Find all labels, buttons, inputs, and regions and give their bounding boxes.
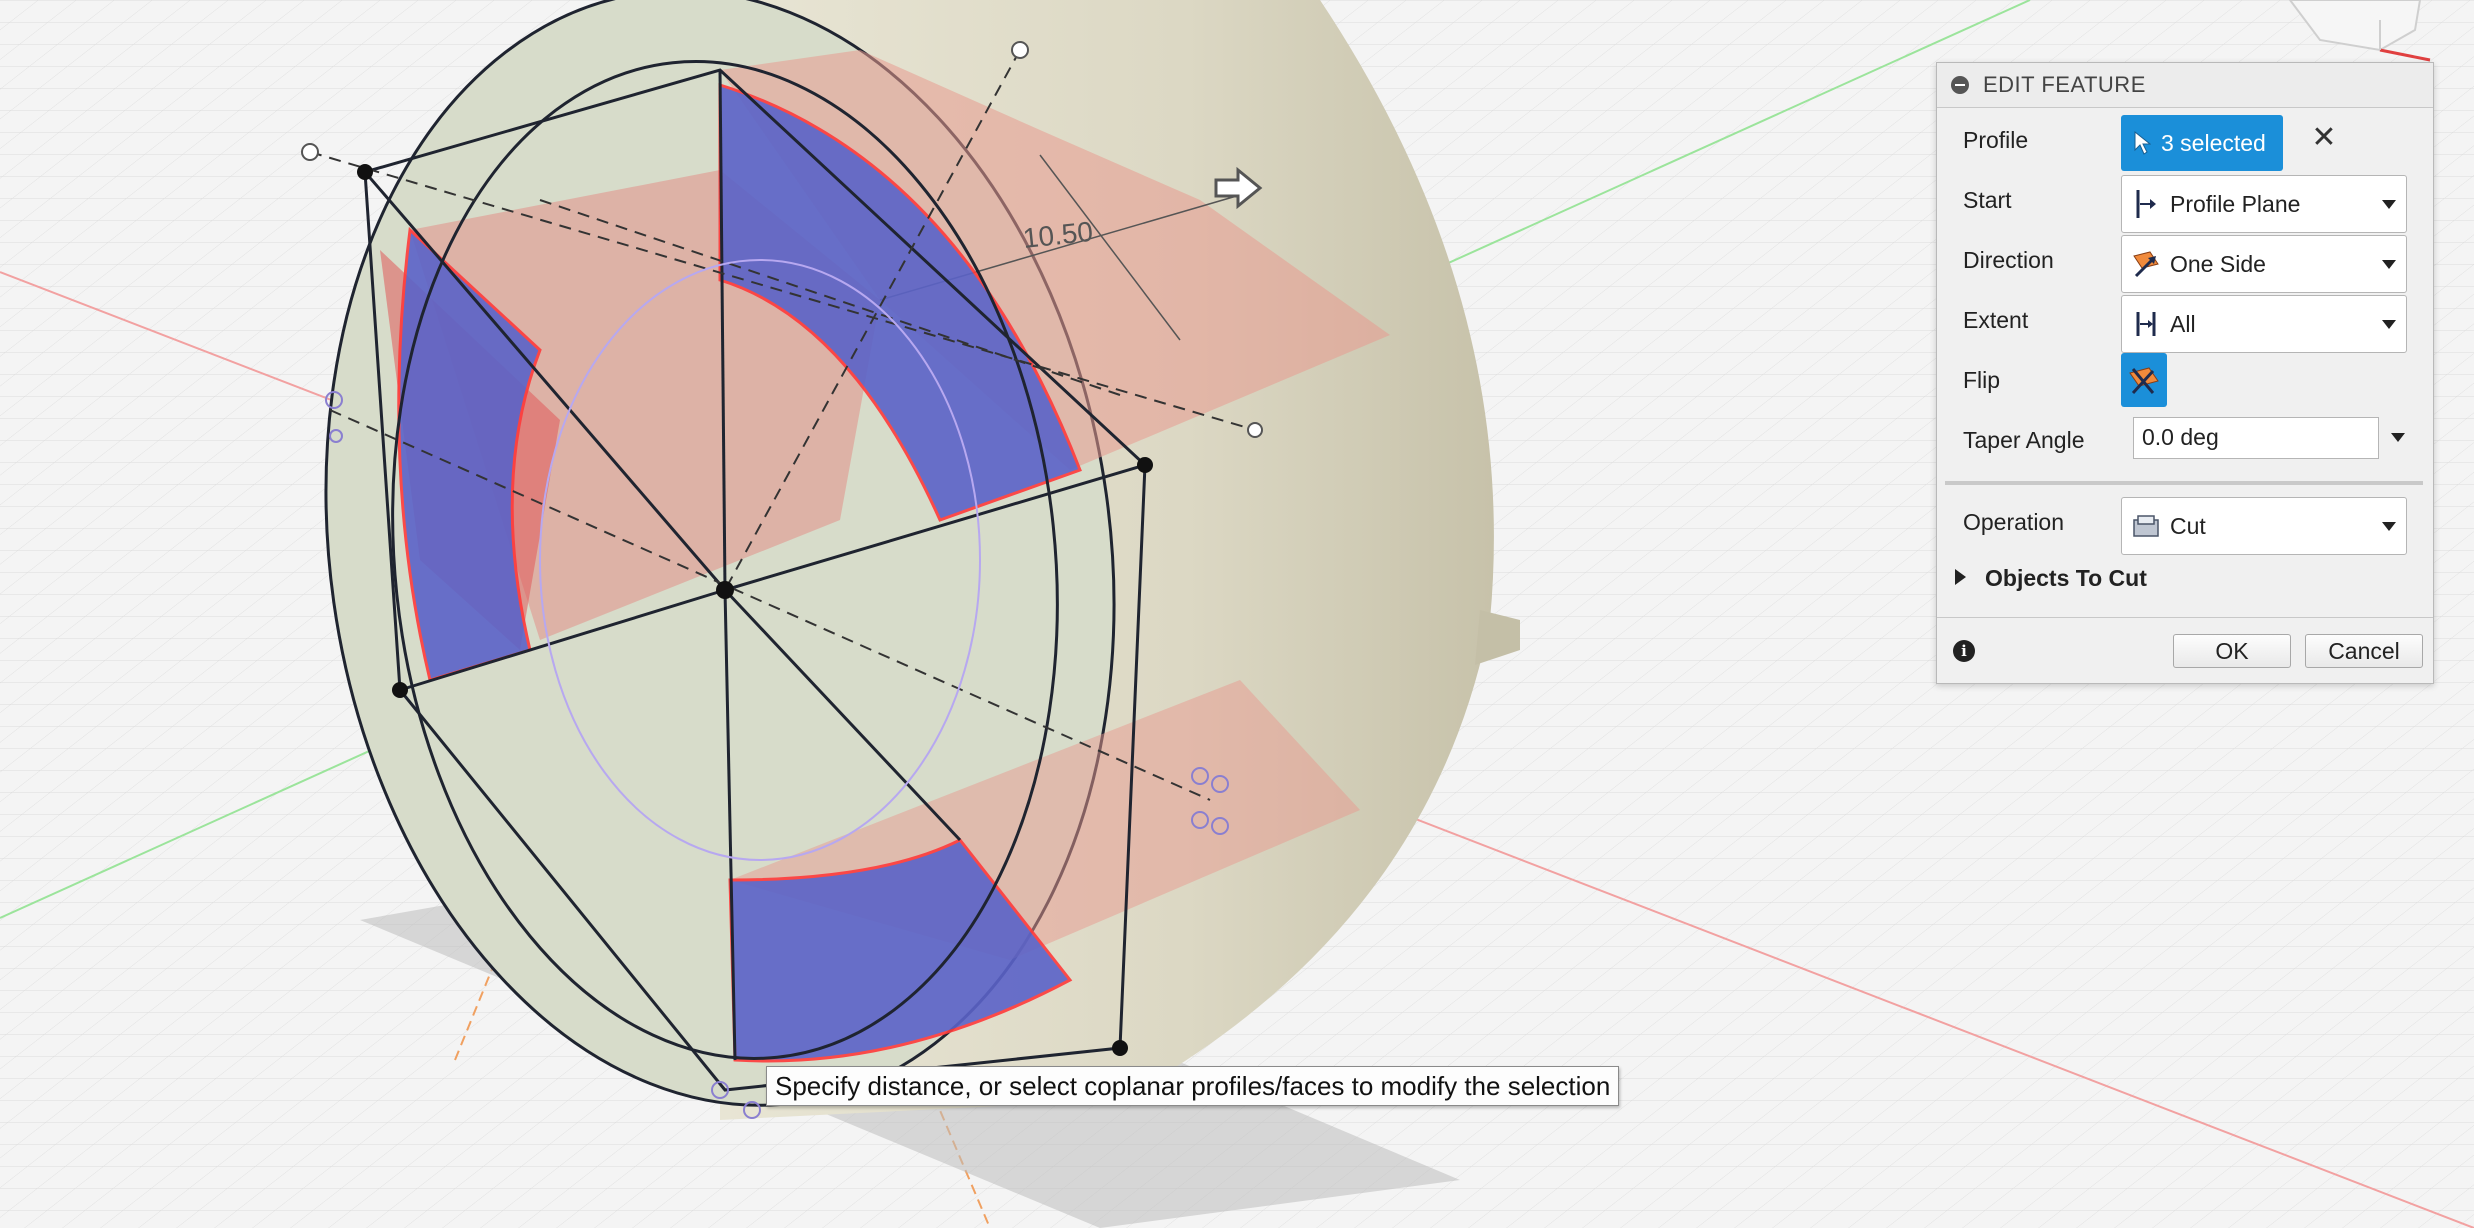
chevron-down-icon — [2382, 200, 2396, 209]
operation-label: Operation — [1963, 509, 2065, 535]
direction-value: One Side — [2170, 250, 2266, 277]
chevron-down-icon — [2382, 260, 2396, 269]
extent-label: Extent — [1963, 307, 2029, 333]
direction-dropdown[interactable]: One Side — [2121, 235, 2407, 293]
direction-label: Direction — [1963, 247, 2054, 273]
flip-label: Flip — [1963, 367, 2001, 393]
extent-value: All — [2170, 310, 2196, 337]
extent-row: Extent All — [1937, 291, 2433, 353]
objects-to-cut-label: Objects To Cut — [1985, 565, 2147, 591]
info-icon[interactable]: i — [1953, 640, 1975, 662]
chevron-down-icon — [2382, 522, 2396, 531]
flip-row: Flip — [1937, 351, 2433, 411]
direction-row: Direction One Side — [1937, 231, 2433, 293]
flip-button[interactable] — [2121, 353, 2167, 407]
panel-title: EDIT FEATURE — [1983, 72, 2146, 97]
cut-icon — [2133, 515, 2159, 537]
start-label: Start — [1963, 187, 2012, 213]
command-prompt-tooltip: Specify distance, or select coplanar pro… — [766, 1066, 1620, 1106]
panel-header: EDIT FEATURE — [1937, 63, 2433, 108]
flip-icon — [2129, 367, 2159, 395]
ok-button[interactable]: OK — [2173, 634, 2291, 668]
start-value: Profile Plane — [2170, 190, 2301, 217]
profile-selection-button[interactable]: 3 selected — [2121, 115, 2283, 171]
edit-feature-panel: EDIT FEATURE Profile 3 selected ✕ Start … — [1936, 62, 2434, 684]
profile-row: Profile 3 selected ✕ — [1937, 111, 2433, 171]
chevron-down-icon — [2382, 320, 2396, 329]
chevron-down-icon[interactable] — [2391, 433, 2405, 442]
taper-angle-row: Taper Angle 0.0 deg — [1937, 411, 2433, 471]
extent-dropdown[interactable]: All — [2121, 295, 2407, 353]
select-cursor-icon — [2134, 130, 2151, 155]
profile-label: Profile — [1963, 127, 2029, 153]
extent-all-icon — [2136, 312, 2156, 336]
start-dropdown[interactable]: Profile Plane — [2121, 175, 2407, 233]
clear-selection-icon[interactable]: ✕ — [2309, 123, 2339, 153]
profile-plane-icon — [2136, 190, 2156, 218]
profile-selection-count: 3 selected — [2161, 129, 2266, 156]
divider — [1945, 481, 2423, 485]
collapse-icon[interactable] — [1951, 76, 1969, 94]
operation-row: Operation Cut — [1937, 493, 2433, 555]
taper-angle-label: Taper Angle — [1963, 427, 2085, 453]
cancel-button[interactable]: Cancel — [2305, 634, 2423, 668]
panel-footer: i OK Cancel — [1937, 617, 2433, 684]
operation-value: Cut — [2170, 512, 2206, 539]
one-side-icon — [2133, 251, 2159, 278]
expand-triangle-icon — [1955, 569, 1966, 585]
start-row: Start Profile Plane — [1937, 171, 2433, 233]
objects-to-cut-toggle[interactable]: Objects To Cut — [1937, 553, 2433, 601]
operation-dropdown[interactable]: Cut — [2121, 497, 2407, 555]
taper-angle-input[interactable]: 0.0 deg — [2133, 417, 2379, 459]
